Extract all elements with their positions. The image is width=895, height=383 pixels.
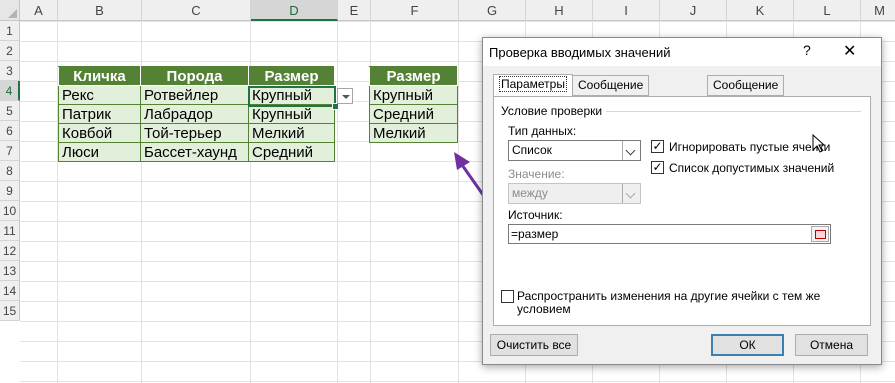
ignore-blank-checkbox[interactable]: ✓: [651, 140, 664, 153]
chevron-down-icon: [622, 184, 640, 203]
row-header-4[interactable]: 4: [0, 81, 20, 101]
row-header-14[interactable]: 14: [0, 281, 20, 301]
row-header-5[interactable]: 5: [0, 101, 20, 121]
column-header-F[interactable]: F: [371, 0, 459, 21]
row-header-10[interactable]: 10: [0, 201, 20, 221]
column-header-E[interactable]: E: [338, 0, 371, 21]
column-header-K[interactable]: K: [727, 0, 794, 21]
pets-cell[interactable]: Патрик: [58, 104, 141, 124]
data-validation-dialog: Проверка вводимых значений ? ✕ Параметры…: [482, 37, 882, 365]
sizes-header: Размер: [369, 66, 458, 86]
select-all-corner[interactable]: [0, 0, 20, 21]
pets-cell[interactable]: Средний: [248, 142, 335, 162]
tab-settings[interactable]: Параметры: [493, 74, 573, 97]
row-header-6[interactable]: 6: [0, 121, 20, 141]
active-cell-D4[interactable]: [248, 86, 336, 107]
data-type-label: Тип данных:: [508, 124, 577, 138]
row-header-8[interactable]: 8: [0, 161, 20, 181]
pets-cell[interactable]: Люси: [58, 142, 141, 162]
tab-input-message[interactable]: Сообщение для ввода: [572, 75, 650, 111]
clear-all-button[interactable]: Очистить все: [490, 334, 578, 356]
pets-header-cell[interactable]: Порода: [140, 66, 249, 86]
cell-dropdown-button[interactable]: [337, 88, 353, 104]
settings-panel: Условие проверки Тип данных: Список ✓ Иг…: [493, 96, 871, 326]
validation-criteria-label: Условие проверки: [501, 104, 603, 118]
table-row: Средний: [369, 104, 458, 124]
apply-all-label[interactable]: Распространить изменения на другие ячейк…: [517, 290, 837, 316]
row-header-12[interactable]: 12: [0, 241, 20, 261]
row-header-11[interactable]: 11: [0, 221, 20, 241]
row-header-2[interactable]: 2: [0, 41, 20, 61]
pets-cell[interactable]: Лабрадор: [140, 104, 249, 124]
value-label: Значение:: [508, 167, 565, 181]
source-label: Источник:: [508, 208, 563, 222]
column-header-D[interactable]: D: [251, 0, 338, 21]
table-row: Патрик Лабрадор Крупный: [58, 104, 335, 124]
row-header-3[interactable]: 3: [0, 61, 20, 81]
tab-error-alert[interactable]: Сообщение об ошибке: [707, 75, 785, 111]
pets-cell[interactable]: Той-терьер: [140, 123, 249, 143]
sizes-cell[interactable]: Крупный: [369, 85, 458, 105]
column-header-C[interactable]: C: [142, 0, 251, 21]
range-picker-icon[interactable]: [811, 226, 829, 242]
in-cell-dropdown-checkbox[interactable]: ✓: [651, 161, 664, 174]
dialog-titlebar[interactable]: Проверка вводимых значений ? ✕: [483, 38, 881, 66]
pets-table: Кличка Порода Размер Рекс Ротвейлер Крупный П…: [58, 66, 335, 162]
row-header-9[interactable]: 9: [0, 181, 20, 201]
sizes-cell[interactable]: Средний: [369, 104, 458, 124]
in-cell-dropdown-label[interactable]: Список допустимых значений: [669, 161, 834, 175]
apply-all-checkbox[interactable]: [501, 290, 514, 303]
pets-header-cell[interactable]: Размер: [248, 66, 335, 86]
column-header-H[interactable]: H: [526, 0, 593, 21]
table-row: Люси Бассет-хаунд Средний: [58, 142, 335, 162]
column-header-I[interactable]: I: [593, 0, 660, 21]
pets-cell[interactable]: Крупный: [248, 104, 335, 124]
grid-line: [337, 21, 338, 383]
sizes-table: Размер Крупный Средний Мелкий: [369, 66, 458, 143]
column-header-B[interactable]: B: [58, 0, 142, 21]
mouse-cursor-icon: [812, 134, 826, 153]
value-select: между: [508, 183, 641, 204]
row-header-13[interactable]: 13: [0, 261, 20, 281]
pets-cell[interactable]: Рекс: [58, 85, 141, 105]
pets-cell[interactable]: Ковбой: [58, 123, 141, 143]
pets-cell[interactable]: Бассет-хаунд: [140, 142, 249, 162]
column-header-L[interactable]: L: [794, 0, 861, 21]
row-header-15[interactable]: 15: [0, 301, 20, 321]
column-header-J[interactable]: J: [660, 0, 727, 21]
help-button[interactable]: ?: [803, 42, 811, 58]
row-header-1[interactable]: 1: [0, 21, 20, 41]
table-row: Крупный: [369, 85, 458, 105]
ok-button[interactable]: ОК: [711, 334, 784, 356]
pets-cell[interactable]: Ротвейлер: [140, 85, 249, 105]
dialog-title: Проверка вводимых значений: [489, 45, 671, 60]
chevron-down-icon[interactable]: [622, 141, 640, 160]
source-input[interactable]: =размер: [508, 224, 831, 244]
row-header-7[interactable]: 7: [0, 141, 20, 161]
pets-cell[interactable]: Мелкий: [248, 123, 335, 143]
fill-handle[interactable]: [332, 103, 339, 110]
column-header-A[interactable]: A: [20, 0, 58, 21]
cancel-button[interactable]: Отмена: [795, 334, 868, 356]
column-header-M[interactable]: M: [861, 0, 895, 21]
column-header-G[interactable]: G: [459, 0, 526, 21]
table-row: Ковбой Той-терьер Мелкий: [58, 123, 335, 143]
data-type-select[interactable]: Список: [508, 140, 641, 161]
group-divider: [606, 111, 861, 112]
pets-header-cell[interactable]: Кличка: [58, 66, 141, 86]
close-button[interactable]: ✕: [843, 41, 856, 61]
ignore-blank-label[interactable]: Игнорировать пустые ячейки: [669, 140, 830, 154]
